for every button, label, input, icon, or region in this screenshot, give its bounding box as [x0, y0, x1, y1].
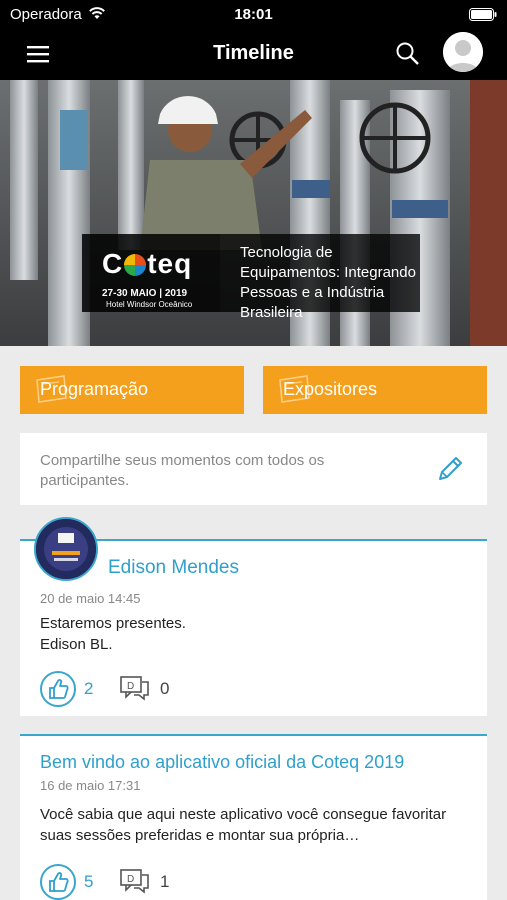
share-moment-box[interactable]: Compartilhe seus momentos com todos os p… [20, 433, 487, 505]
thumbs-up-icon [40, 671, 76, 707]
svg-text:D: D [127, 874, 134, 885]
comment-count: 0 [160, 679, 170, 698]
user-avatar-icon[interactable] [443, 32, 483, 72]
thumbs-up-icon [40, 864, 76, 900]
comment-icon: D [120, 868, 150, 900]
event-venue: Hotel Windsor Oceânico [106, 300, 193, 309]
brand-block: Cteq 27-30 MAIO | 2019 Hotel Windsor Oce… [82, 234, 220, 312]
page-title: Timeline [213, 42, 294, 64]
menu-icon[interactable] [26, 42, 50, 66]
coteq-logo: Cteq [102, 248, 193, 279]
post-body-line: Edison BL. [40, 636, 113, 653]
post-body-line: Estaremos presentes. [40, 615, 186, 632]
slogan-block: Tecnologia de Equipamentos: Integrando P… [220, 234, 420, 321]
programacao-label: Programação [40, 379, 149, 399]
post-author-name[interactable]: Edison Mendes [108, 557, 239, 579]
post-title[interactable]: Bem vindo ao aplicativo oficial da Coteq… [40, 752, 404, 773]
post-author-avatar[interactable] [34, 517, 98, 581]
post-date: 20 de maio 14:45 [40, 591, 141, 606]
post-card[interactable]: Edison Mendes 20 de maio 14:45 Estaremos… [20, 517, 487, 716]
share-placeholder: Compartilhe seus momentos com todos os p… [40, 452, 325, 489]
event-dates: 27-30 MAIO | 2019 [102, 288, 188, 299]
pencil-icon[interactable] [434, 453, 466, 490]
comment-icon: D [120, 675, 150, 708]
post-card[interactable]: Bem vindo ao aplicativo oficial da Coteq… [20, 734, 487, 900]
comment-count: 1 [160, 872, 170, 891]
event-banner[interactable]: Cteq 27-30 MAIO | 2019 Hotel Windsor Oce… [0, 80, 507, 346]
battery-icon [469, 8, 497, 25]
search-icon[interactable] [394, 40, 422, 68]
like-count: 2 [84, 679, 94, 698]
programacao-button[interactable]: Programação [20, 366, 244, 414]
post-body: Estaremos presentes. Edison BL. [40, 613, 470, 655]
status-bar: Operadora 18:01 [0, 0, 507, 30]
expositores-label: Expositores [283, 379, 378, 399]
event-slogan: Tecnologia de Equipamentos: Integrando P… [240, 244, 416, 321]
svg-text:D: D [127, 681, 134, 692]
post-body: Você sabia que aqui neste aplicativo voc… [40, 806, 447, 844]
nav-bar: Timeline [0, 30, 507, 80]
post-date: 16 de maio 17:31 [40, 778, 141, 793]
clock: 18:01 [234, 6, 273, 23]
expositores-button[interactable]: Expositores [263, 366, 487, 414]
like-count: 5 [84, 872, 94, 891]
